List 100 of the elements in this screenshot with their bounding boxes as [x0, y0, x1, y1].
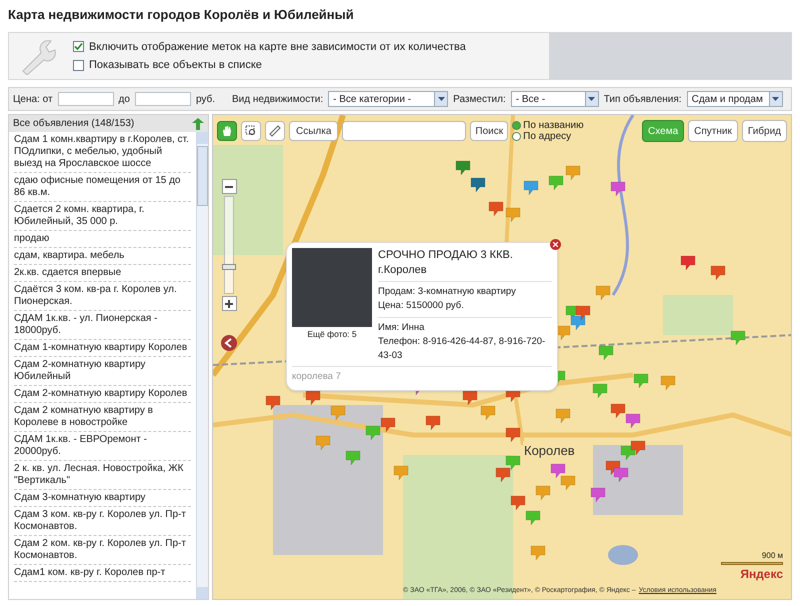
caret-icon	[584, 92, 598, 106]
listing-item[interactable]: СДАМ 1к.кв. - ул. Пионерская - 18000руб.	[14, 311, 191, 340]
listing-item[interactable]: Сдаётся 3 ком. кв-ра г. Королев ул. Пионерская.	[14, 282, 191, 311]
map-pin-icon[interactable]	[680, 256, 696, 270]
listing-item[interactable]: Сдам 2-комнатную квартиру Юбилейный	[14, 357, 191, 386]
listing-item[interactable]: Сдам 3-комнатную квартиру	[14, 490, 191, 507]
map-pin-icon[interactable]	[506, 208, 520, 222]
poster-select[interactable]: - Все -	[510, 91, 599, 107]
option-label: Включить отображение меток на карте вне зависимости от их количества	[89, 40, 466, 54]
search-mode-radio[interactable]: По названию	[512, 120, 584, 131]
map-pin-icon[interactable]	[488, 202, 504, 216]
sidebar-title: Все объявления (148/153)	[13, 117, 134, 131]
listing-item[interactable]: сдаю офисные помещения от 15 до 86 кв.м.	[14, 173, 191, 202]
map-pin-icon[interactable]	[566, 166, 580, 180]
zoom-in-button[interactable]	[222, 296, 236, 311]
ruler-button[interactable]	[265, 121, 285, 141]
listing-item[interactable]: Сдам 2 ком. кв-ру г. Королев ул. Пр-т Космонавтов.	[14, 536, 191, 565]
ad-type-select[interactable]: Сдам и продам	[686, 91, 783, 107]
search-button[interactable]: Поиск	[470, 121, 508, 141]
hand-tool-button[interactable]	[217, 121, 237, 141]
yandex-logo: Яндекс	[740, 566, 783, 583]
search-mode-radio[interactable]: По адресу	[512, 131, 584, 142]
check-icon	[74, 42, 83, 52]
listing-item[interactable]: СДАМ 1к.кв. - ЕВРОремонт - 20000руб.	[14, 432, 191, 461]
listing-item[interactable]: Сдам 1 комн.квартиру в г.Королев, ст. ПОдлипки, с мебелью, удобный выезд на Ярославское шоссе	[14, 132, 191, 173]
map-pin-icon[interactable]	[576, 306, 590, 320]
pond	[608, 545, 638, 565]
map-pin-icon[interactable]	[620, 446, 636, 460]
price-to-field[interactable]	[134, 92, 191, 106]
listing-item[interactable]: сдам, квартира. мебель	[14, 248, 191, 265]
map-pin-icon[interactable]	[592, 384, 608, 398]
map-pin-icon[interactable]	[550, 464, 566, 478]
map-pin-icon[interactable]	[630, 440, 646, 456]
map-pin-icon[interactable]	[426, 416, 440, 430]
map-pin-icon[interactable]	[548, 176, 564, 190]
checkbox[interactable]	[73, 41, 84, 52]
price-label: Цена: от	[13, 92, 53, 106]
map-pin-icon[interactable]	[470, 178, 486, 192]
link-button[interactable]: Ссылка	[289, 121, 338, 141]
popup-address: королева 7	[292, 366, 552, 384]
listing-item[interactable]: Сдается 2 комн. квартира, г. Юбилейный, 35 000 р.	[14, 202, 191, 231]
map-pin-icon[interactable]	[590, 488, 606, 502]
map-pin-icon[interactable]	[598, 346, 614, 360]
property-type-select[interactable]: - Все категории -	[328, 91, 448, 107]
map-pin-icon[interactable]	[480, 406, 496, 420]
search-field[interactable]	[342, 121, 466, 141]
map-pin-icon[interactable]	[510, 496, 526, 510]
listing-item[interactable]: Сдам 3 ком. кв-ру г. Королев ул. Пр-т Космонавтов.	[14, 507, 191, 536]
zoom-area-button[interactable]	[241, 121, 261, 141]
map-pin-icon[interactable]	[530, 546, 546, 560]
map-layer-button[interactable]: Гибрид	[742, 120, 787, 142]
map-pin-icon[interactable]	[596, 286, 610, 300]
map-layer-button[interactable]: Спутник	[688, 120, 738, 142]
map-pin-icon[interactable]	[456, 160, 470, 176]
zoom-out-button[interactable]	[222, 179, 236, 194]
listing-item[interactable]: Сдам 2-комнатную квартиру Королев	[14, 386, 191, 403]
map-pin-icon[interactable]	[526, 510, 540, 526]
map-pin-icon[interactable]	[536, 486, 550, 500]
map-pin-icon[interactable]	[660, 376, 676, 390]
map-pin-icon[interactable]	[496, 468, 510, 482]
more-photos-link[interactable]: Ещё фото: 5	[307, 328, 357, 341]
popup-detail: Цена: 5150000 руб.	[378, 299, 465, 314]
option-label: Показывать все объекты в списке	[89, 58, 262, 73]
price-from-field[interactable]	[58, 92, 114, 106]
map-pin-icon[interactable]	[610, 404, 626, 418]
map-pin-icon[interactable]	[610, 182, 626, 196]
listing-item[interactable]: Сдам 1-комнатную квартиру Королев	[14, 340, 191, 357]
map-pin-icon[interactable]	[710, 266, 726, 280]
map-pin-icon[interactable]	[524, 180, 538, 196]
map-pin-icon[interactable]	[506, 428, 520, 442]
map-pin-icon[interactable]	[730, 330, 746, 346]
map-pin-icon[interactable]	[556, 326, 570, 340]
listing-item[interactable]: продаю	[14, 231, 191, 248]
map-pin-icon[interactable]	[560, 476, 576, 490]
popup-contact: Имя: Инна	[378, 320, 426, 334]
map-pin-icon[interactable]	[380, 418, 396, 432]
map-pin-icon[interactable]	[462, 390, 478, 406]
price-to-label: до	[118, 92, 130, 106]
map-pin-icon[interactable]	[266, 396, 280, 410]
checkbox[interactable]	[73, 60, 84, 71]
popup-contact: Телефон: 8-916-426-44-87, 8-916-720-43-03	[378, 334, 546, 363]
map-pin-icon[interactable]	[394, 466, 408, 480]
map-pin-icon[interactable]	[570, 316, 586, 330]
ruler-icon	[269, 125, 281, 137]
map-pin-icon[interactable]	[306, 390, 320, 406]
scrollbar[interactable]	[196, 132, 208, 599]
popup-title: СРОЧНО ПРОДАЮ 3 ККВ. г.Королев	[378, 248, 552, 282]
map-pin-icon[interactable]	[614, 468, 628, 482]
map-pin-icon[interactable]	[626, 414, 640, 428]
zoom-slider-thumb[interactable]	[222, 264, 236, 270]
listing-item[interactable]: Сдам1 ком. кв-ру г. Королев пр-т	[14, 565, 191, 582]
listing-item[interactable]: 2 к. кв. ул. Лесная. Новостройка, ЖК "Вертикаль"	[14, 461, 191, 490]
zoom-slider-track[interactable]	[224, 196, 234, 294]
map-pin-icon[interactable]	[634, 374, 648, 388]
park-area	[663, 295, 733, 335]
map-pin-icon[interactable]	[556, 408, 570, 424]
map-pin-icon[interactable]	[606, 460, 620, 476]
listing-item[interactable]: Сдам 2 комнатную квартиру в Королеве в новостройке	[14, 403, 191, 432]
listing-item[interactable]: 2к.кв. сдается впервые	[14, 265, 191, 282]
map-pin-icon[interactable]	[506, 456, 520, 470]
